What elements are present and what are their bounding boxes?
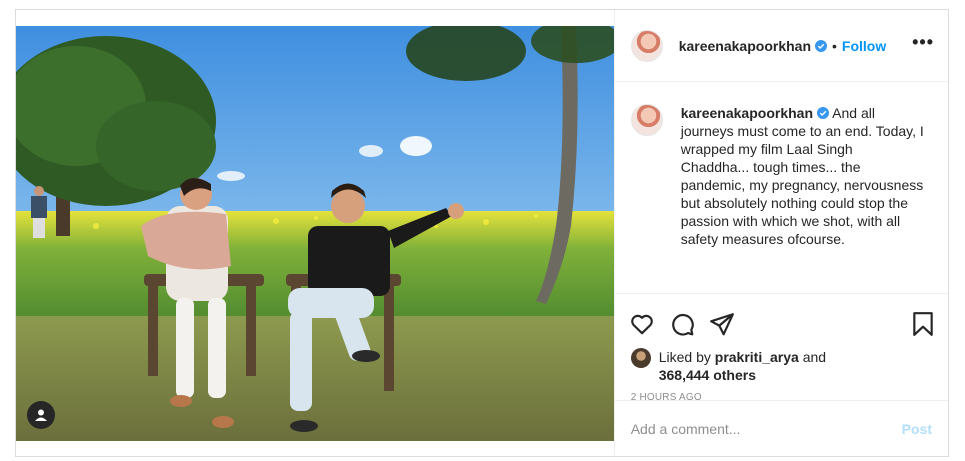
- liker-username[interactable]: prakriti_arya: [715, 349, 799, 365]
- comment-box: Post: [614, 400, 948, 456]
- tag-user-button[interactable]: [27, 401, 55, 429]
- likes-others[interactable]: 368,444 others: [659, 367, 756, 383]
- likes-conjunction: and: [802, 349, 827, 365]
- action-bar: [615, 300, 948, 348]
- likes-summary: Liked by prakriti_arya and 368,444 other…: [615, 348, 948, 384]
- separator-dot: •: [832, 37, 837, 54]
- avatar[interactable]: [630, 29, 663, 62]
- more-options-icon[interactable]: •••: [912, 32, 934, 59]
- bookmark-icon[interactable]: [910, 311, 936, 337]
- caption-username[interactable]: kareenakapoorkhan: [681, 105, 813, 121]
- caption: kareenakapoorkhan And all journeys must …: [614, 82, 948, 294]
- post-comment-button[interactable]: Post: [902, 421, 932, 437]
- caption-text: kareenakapoorkhan And all journeys must …: [681, 104, 925, 293]
- likes-prefix: Liked by: [658, 349, 711, 365]
- post-photo: [16, 26, 614, 441]
- verified-badge-icon: [815, 39, 828, 52]
- caption-avatar[interactable]: [630, 104, 663, 136]
- post-sidebar: kareenakapoorkhan • Follow ••• kareenaka…: [613, 10, 948, 456]
- heart-icon[interactable]: [629, 311, 655, 337]
- caption-body: And all journeys must come to an end. To…: [680, 105, 924, 247]
- post-image[interactable]: [16, 26, 614, 441]
- comment-icon[interactable]: [669, 311, 695, 337]
- likes-text: Liked by prakriti_arya and 368,444 other…: [659, 348, 826, 384]
- post-header: kareenakapoorkhan • Follow •••: [614, 10, 948, 82]
- tag-user-icon: [35, 409, 47, 421]
- share-icon[interactable]: [709, 311, 735, 337]
- liker-avatar[interactable]: [630, 348, 651, 368]
- username-link[interactable]: kareenakapoorkhan: [679, 38, 811, 54]
- instagram-post: kareenakapoorkhan • Follow ••• kareenaka…: [15, 9, 949, 457]
- comment-input[interactable]: [630, 420, 902, 437]
- verified-badge-icon: [817, 107, 830, 119]
- follow-button[interactable]: Follow: [842, 38, 886, 54]
